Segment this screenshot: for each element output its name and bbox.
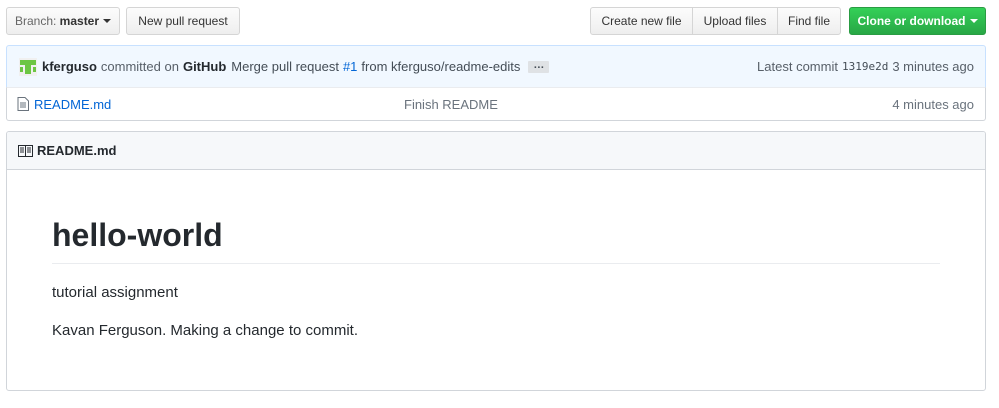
branch-prefix: Branch:: [14, 14, 57, 28]
committed-on-label: committed on: [100, 59, 179, 74]
new-pull-request-button[interactable]: New pull request: [126, 7, 240, 35]
readme-paragraph: tutorial assignment: [52, 284, 178, 302]
chevron-down-icon: [103, 19, 112, 23]
avatar[interactable]: [18, 57, 38, 77]
commit-author[interactable]: kferguso: [42, 59, 97, 74]
readme-title: hello-world: [52, 217, 940, 265]
latest-commit-label: Latest commit: [757, 59, 838, 74]
expand-commit-message-button[interactable]: …: [528, 59, 550, 73]
identicon-icon: [19, 57, 37, 76]
file-actions-group: Create new file Upload files Find file: [590, 7, 841, 35]
book-icon: [18, 144, 33, 157]
readme-header: README.md: [7, 132, 985, 170]
find-file-button[interactable]: Find file: [777, 7, 841, 35]
commit-time: 3 minutes ago: [892, 59, 974, 74]
branch-select-button[interactable]: Branch: master: [6, 7, 120, 35]
clone-or-download-button[interactable]: Clone or download: [849, 7, 986, 35]
create-new-file-button[interactable]: Create new file: [590, 7, 693, 35]
readme-body: hello-world tutorial assignment Kavan Fe…: [7, 170, 985, 339]
pull-request-link[interactable]: #1: [343, 59, 357, 74]
file-icon: [17, 97, 31, 111]
chevron-down-icon: [969, 19, 978, 23]
readme-header-label: README.md: [37, 143, 117, 158]
file-commit-message[interactable]: Finish README: [404, 97, 498, 112]
branch-name: master: [59, 14, 100, 28]
commit-message-prefix[interactable]: Merge pull request: [231, 59, 339, 74]
upload-files-button[interactable]: Upload files: [692, 7, 778, 35]
clone-or-download-label: Clone or download: [857, 14, 966, 28]
commit-sha[interactable]: 1319e2d: [842, 60, 888, 73]
file-row: README.md Finish README 4 minutes ago: [6, 87, 986, 121]
file-age: 4 minutes ago: [892, 96, 974, 112]
commit-message-suffix[interactable]: from kferguso/readme-edits: [361, 59, 520, 74]
commit-platform: GitHub: [182, 59, 227, 74]
file-name-link[interactable]: README.md: [34, 97, 404, 112]
readme-panel: README.md hello-world tutorial assignmen…: [6, 131, 986, 391]
latest-commit-bar: kferguso committed on GitHub Merge pull …: [6, 45, 986, 88]
readme-paragraph: Kavan Ferguson. Making a change to commi…: [52, 322, 358, 340]
